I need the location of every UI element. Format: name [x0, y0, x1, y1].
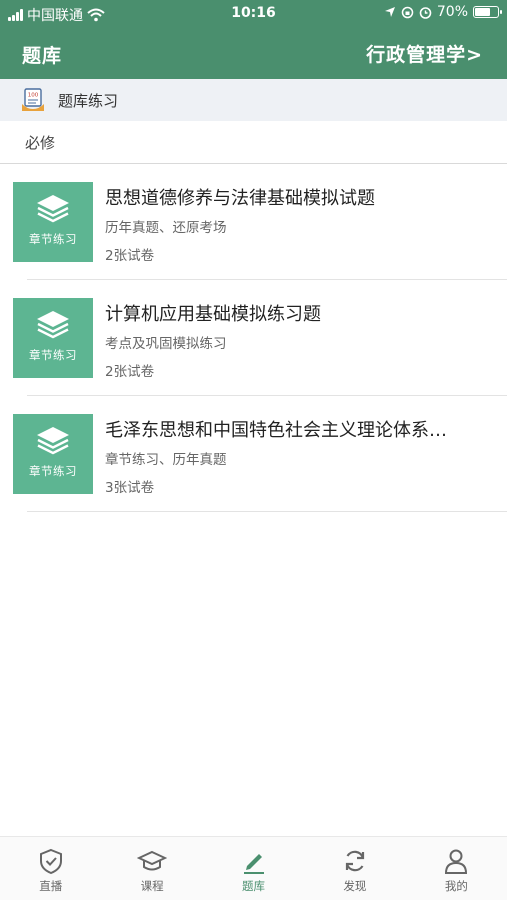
exam-paper-icon: 100 [22, 88, 44, 111]
item-subtitle: 历年真题、还原考场 [105, 220, 227, 236]
layers-icon [37, 311, 69, 339]
thumb-label: 章节练习 [29, 464, 77, 478]
location-icon [384, 7, 395, 17]
layers-icon [37, 195, 69, 223]
breadcrumb: 100 题库练习 [0, 79, 507, 121]
section-header: 必修 [0, 121, 507, 164]
shield-check-icon [39, 848, 62, 875]
item-count: 2张试卷 [105, 364, 155, 380]
graduation-cap-icon [137, 850, 168, 871]
item-thumbnail: 章节练习 [13, 182, 93, 262]
item-subtitle: 章节练习、历年真题 [105, 452, 227, 468]
divider [27, 511, 507, 512]
thumb-label: 章节练习 [29, 232, 77, 246]
refresh-icon [345, 850, 365, 872]
tab-label: 题库 [242, 879, 266, 893]
list-item[interactable]: 章节练习 思想道德修养与法律基础模拟试题 历年真题、还原考场 2张试卷 [0, 164, 507, 280]
tab-bar: 直播 课程 题库 发现 我的 [0, 836, 507, 900]
tab-courses[interactable]: 课程 [101, 837, 202, 900]
tab-label: 发现 [343, 879, 367, 893]
section-label: 必修 [25, 133, 56, 152]
tab-label: 我的 [444, 879, 468, 893]
tab-label: 课程 [140, 879, 164, 893]
item-title: 计算机应用基础模拟练习题 [105, 304, 321, 325]
tab-discover[interactable]: 发现 [304, 837, 405, 900]
page-title: 题库 [22, 45, 63, 67]
thumb-label: 章节练习 [29, 348, 77, 362]
list-item[interactable]: 章节练习 计算机应用基础模拟练习题 考点及巩固模拟练习 2张试卷 [0, 280, 507, 396]
breadcrumb-label: 题库练习 [58, 91, 119, 110]
app-header: 中国联通 10:16 70% 题库 行政管理学> [0, 0, 507, 79]
layers-icon [37, 427, 69, 455]
tab-question-bank[interactable]: 题库 [203, 837, 304, 900]
alarm-icon [419, 6, 432, 19]
tab-profile[interactable]: 我的 [406, 837, 507, 900]
item-thumbnail: 章节练习 [13, 298, 93, 378]
pencil-icon [243, 854, 264, 874]
lock-rotation-icon [401, 6, 414, 18]
item-count: 2张试卷 [105, 248, 155, 264]
list-item[interactable]: 章节练习 毛泽东思想和中国特色社会主义理论体系… 章节练习、历年真题 3张试卷 [0, 396, 507, 512]
item-title: 毛泽东思想和中国特色社会主义理论体系… [105, 420, 447, 441]
tab-live[interactable]: 直播 [0, 837, 101, 900]
status-right: 70% [384, 4, 502, 20]
question-bank-list: 章节练习 思想道德修养与法律基础模拟试题 历年真题、还原考场 2张试卷 章节练习… [0, 164, 507, 512]
status-bar: 中国联通 10:16 70% [0, 0, 507, 26]
person-icon [445, 849, 468, 874]
item-subtitle: 考点及巩固模拟练习 [105, 336, 227, 352]
tab-label: 直播 [39, 879, 63, 893]
item-count: 3张试卷 [105, 480, 155, 496]
item-thumbnail: 章节练习 [13, 414, 93, 494]
item-title: 思想道德修养与法律基础模拟试题 [105, 188, 375, 209]
battery-percent: 70% [436, 4, 468, 20]
battery-level [475, 8, 491, 16]
subject-selector[interactable]: 行政管理学> [366, 40, 483, 67]
battery-icon [473, 6, 502, 18]
exam-paper-score: 100 [28, 93, 39, 99]
